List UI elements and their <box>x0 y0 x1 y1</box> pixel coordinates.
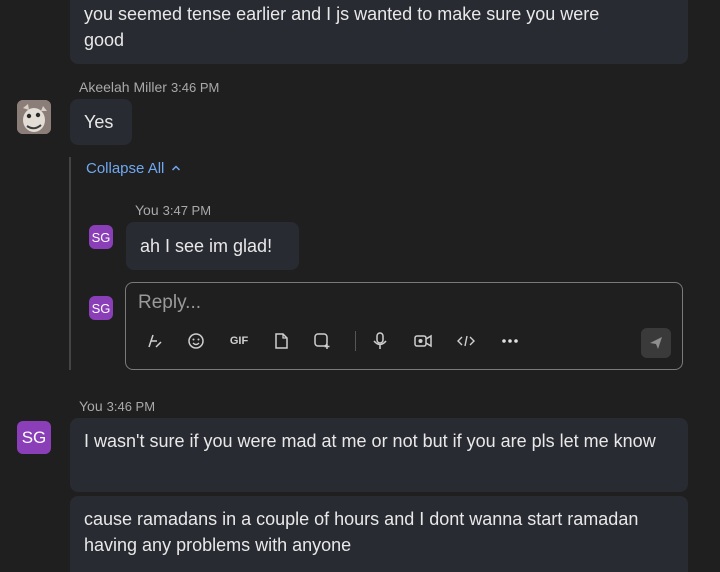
sender-name: You <box>79 398 103 414</box>
message-meta: You 3:46 PM <box>79 398 155 414</box>
message-bubble[interactable]: you seemed tense earlier and I js wanted… <box>70 0 688 64</box>
send-icon <box>648 335 664 351</box>
sender-name: You <box>135 202 159 218</box>
message-text: you seemed tense earlier and I js wanted… <box>84 4 600 50</box>
timestamp: 3:46 PM <box>170 80 220 95</box>
message-text: cause ramadans in a couple of hours and … <box>84 509 639 555</box>
collapse-chevron-icon <box>171 160 181 177</box>
send-button[interactable] <box>641 328 671 358</box>
reply-input[interactable]: Reply... <box>138 292 201 314</box>
avatar[interactable]: SG <box>89 296 113 320</box>
message-bubble[interactable]: ah I see im glad! <box>126 222 299 270</box>
gif-icon[interactable]: GIF <box>226 330 252 352</box>
toolbar-separator <box>355 331 356 351</box>
microphone-icon[interactable] <box>369 330 391 352</box>
loop-component-icon[interactable] <box>311 330 333 352</box>
message-text: ah I see im glad! <box>140 236 273 256</box>
more-options-icon[interactable] <box>499 330 521 352</box>
message-text: I wasn't sure if you were mad at me or n… <box>84 431 656 451</box>
message-meta: You 3:47 PM <box>135 202 211 218</box>
avatar[interactable]: SG <box>17 421 51 454</box>
message-bubble[interactable]: I wasn't sure if you were mad at me or n… <box>70 418 688 492</box>
timestamp: 3:47 PM <box>162 203 212 218</box>
sender-name: Akeelah Miller <box>79 79 167 95</box>
emoji-icon[interactable] <box>185 330 207 352</box>
message-bubble[interactable]: cause ramadans in a couple of hours and … <box>70 496 688 572</box>
reply-composer[interactable] <box>125 282 683 370</box>
attach-file-icon[interactable] <box>270 330 292 352</box>
format-text-icon[interactable] <box>144 330 166 352</box>
collapse-label: Collapse All <box>86 160 165 177</box>
message-text: Yes <box>84 112 114 132</box>
avatar[interactable]: SG <box>89 225 113 249</box>
thread-line <box>69 157 71 370</box>
avatar[interactable] <box>17 100 51 134</box>
collapse-all-link[interactable]: Collapse All <box>86 160 181 177</box>
timestamp: 3:46 PM <box>106 399 156 414</box>
message-bubble[interactable]: Yes <box>70 99 132 145</box>
code-icon[interactable] <box>455 330 477 352</box>
video-clip-icon[interactable] <box>412 330 434 352</box>
message-meta: Akeelah Miller 3:46 PM <box>79 79 219 95</box>
